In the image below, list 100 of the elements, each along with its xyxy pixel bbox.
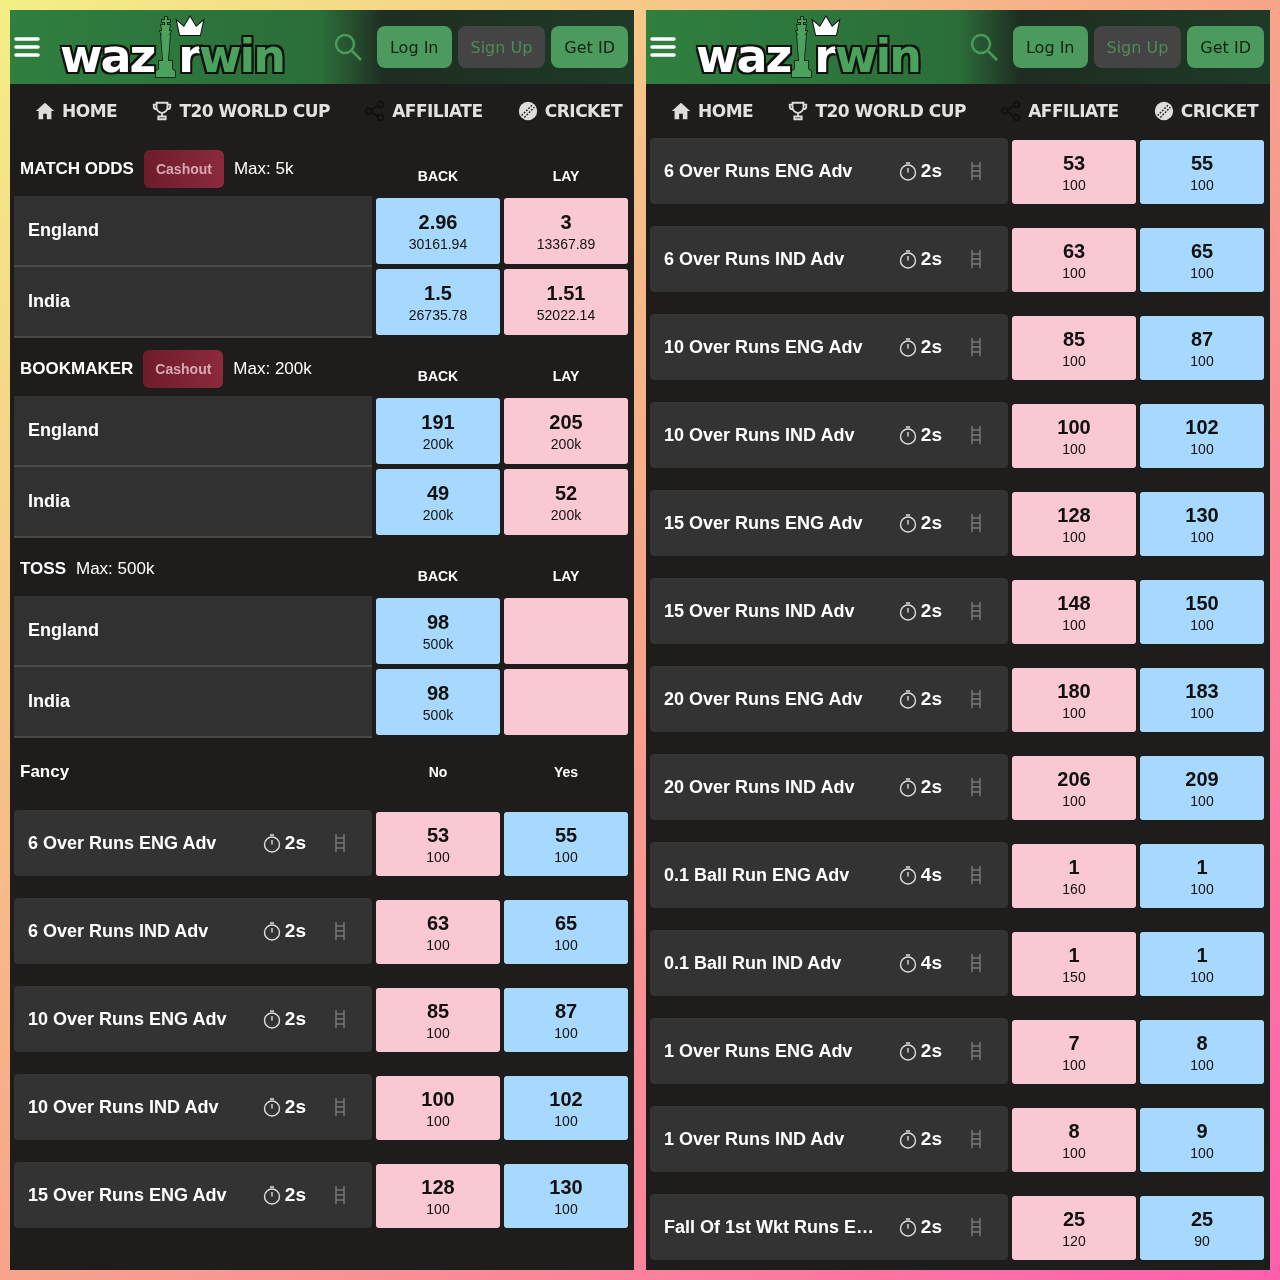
odds-cell[interactable]: 98 500k bbox=[376, 598, 500, 664]
odds-cell[interactable]: 100 100 bbox=[376, 1076, 500, 1140]
odds-price: 55 bbox=[554, 823, 578, 847]
odds-cell[interactable]: 55 100 bbox=[1140, 140, 1264, 204]
odds-cell[interactable]: 65 100 bbox=[1140, 228, 1264, 292]
menu-icon[interactable] bbox=[650, 36, 676, 58]
odds-cell[interactable]: 148 100 bbox=[1012, 580, 1136, 644]
odds-cell[interactable]: 180 100 bbox=[1012, 668, 1136, 732]
odds-size: 100 bbox=[1190, 440, 1214, 457]
odds-cell[interactable]: 2.96 30161.94 bbox=[376, 198, 500, 264]
cashout-button[interactable]: Cashout bbox=[143, 150, 224, 188]
header-button[interactable]: Get ID bbox=[1187, 26, 1264, 68]
odds-cell[interactable]: 63 100 bbox=[376, 900, 500, 964]
odds-cell[interactable]: 191 200k bbox=[376, 398, 500, 464]
ladder-icon[interactable] bbox=[970, 690, 982, 708]
ladder-icon[interactable] bbox=[970, 514, 982, 532]
odds-cell[interactable]: 53 100 bbox=[376, 812, 500, 876]
nav-link[interactable]: T20 WORLD CUP bbox=[787, 100, 966, 122]
odds-cell[interactable]: 8 100 bbox=[1140, 1020, 1264, 1084]
nav-link[interactable]: HOME bbox=[670, 100, 754, 122]
odds-cell[interactable]: 52 200k bbox=[504, 469, 628, 535]
odds-size: 100 bbox=[1062, 1056, 1086, 1073]
odds-cell[interactable]: 205 200k bbox=[504, 398, 628, 464]
nav-link[interactable]: CRICKET bbox=[516, 100, 622, 122]
odds-cell[interactable]: 1.51 52022.14 bbox=[504, 269, 628, 335]
ladder-icon[interactable] bbox=[970, 250, 982, 268]
odds-size: 100 bbox=[554, 848, 578, 865]
ladder-icon[interactable] bbox=[970, 338, 982, 356]
header-button[interactable]: Log In bbox=[376, 26, 452, 68]
odds-cell[interactable]: 7 100 bbox=[1012, 1020, 1136, 1084]
odds-cell[interactable]: 209 100 bbox=[1140, 756, 1264, 820]
nav-link[interactable]: T20 WORLD CUP bbox=[151, 100, 330, 122]
odds-cell[interactable]: 25 120 bbox=[1012, 1196, 1136, 1260]
ladder-icon[interactable] bbox=[970, 426, 982, 444]
odds-cell[interactable]: 87 100 bbox=[1140, 316, 1264, 380]
menu-icon[interactable] bbox=[14, 36, 40, 58]
odds-cell[interactable]: 1 150 bbox=[1012, 932, 1136, 996]
odds-size: 26735.78 bbox=[408, 306, 468, 323]
odds-cell[interactable]: 150 100 bbox=[1140, 580, 1264, 644]
header-button[interactable]: Log In bbox=[1012, 26, 1088, 68]
odds-cell[interactable]: 65 100 bbox=[504, 900, 628, 964]
odds-cell[interactable]: 130 100 bbox=[504, 1164, 628, 1228]
odds-cell[interactable]: 8 100 bbox=[1012, 1108, 1136, 1172]
odds-cell[interactable]: 1 100 bbox=[1140, 844, 1264, 908]
odds-cell[interactable]: 128 100 bbox=[376, 1164, 500, 1228]
nav-link[interactable]: AFFILIATE bbox=[364, 100, 483, 122]
ladder-icon[interactable] bbox=[334, 834, 346, 852]
odds-cell[interactable]: 100 100 bbox=[1012, 404, 1136, 468]
odds-cell[interactable]: 85 100 bbox=[1012, 316, 1136, 380]
odds-cell[interactable]: 9 100 bbox=[1140, 1108, 1264, 1172]
header-button[interactable]: Get ID bbox=[551, 26, 628, 68]
ladder-icon[interactable] bbox=[970, 602, 982, 620]
odds-cell[interactable]: 102 100 bbox=[1140, 404, 1264, 468]
odds-cell[interactable]: 49 200k bbox=[376, 469, 500, 535]
odds-cell[interactable]: 98 500k bbox=[376, 669, 500, 735]
ladder-icon[interactable] bbox=[970, 1042, 982, 1060]
odds-cell[interactable]: 53 100 bbox=[1012, 140, 1136, 204]
timer-value: 2s bbox=[920, 336, 942, 358]
odds-price: 1 bbox=[1068, 943, 1080, 967]
ladder-icon[interactable] bbox=[334, 1186, 346, 1204]
search-icon[interactable] bbox=[968, 32, 999, 62]
section-title: MATCH ODDS bbox=[20, 159, 134, 179]
odds-cell[interactable]: 102 100 bbox=[504, 1076, 628, 1140]
odds-cell[interactable]: 206 100 bbox=[1012, 756, 1136, 820]
odds-size: 100 bbox=[1062, 704, 1086, 721]
ladder-icon[interactable] bbox=[334, 1010, 346, 1028]
odds-cell[interactable]: 55 100 bbox=[504, 812, 628, 876]
odds-size: 100 bbox=[1062, 264, 1086, 281]
odds-cell[interactable]: 1 160 bbox=[1012, 844, 1136, 908]
odds-cell[interactable] bbox=[504, 669, 628, 735]
odds-cell[interactable]: 87 100 bbox=[504, 988, 628, 1052]
odds-price: 1 bbox=[1196, 943, 1208, 967]
timer-value: 2s bbox=[284, 1096, 306, 1118]
ladder-icon[interactable] bbox=[970, 162, 982, 180]
ladder-icon[interactable] bbox=[334, 922, 346, 940]
ladder-icon[interactable] bbox=[970, 954, 982, 972]
odds-cell[interactable]: 1 100 bbox=[1140, 932, 1264, 996]
odds-cell[interactable]: 25 90 bbox=[1140, 1196, 1264, 1260]
nav-link[interactable]: CRICKET bbox=[1152, 100, 1258, 122]
ladder-icon[interactable] bbox=[970, 1218, 982, 1236]
odds-cell[interactable]: 130 100 bbox=[1140, 492, 1264, 556]
odds-price: 8 bbox=[1196, 1031, 1208, 1055]
odds-cell[interactable]: 63 100 bbox=[1012, 228, 1136, 292]
ladder-icon[interactable] bbox=[334, 1098, 346, 1116]
odds-cell[interactable]: 183 100 bbox=[1140, 668, 1264, 732]
ladder-icon[interactable] bbox=[970, 778, 982, 796]
odds-cell[interactable]: 3 13367.89 bbox=[504, 198, 628, 264]
ladder-icon[interactable] bbox=[970, 866, 982, 884]
nav-link[interactable]: AFFILIATE bbox=[1000, 100, 1119, 122]
odds-cell[interactable]: 85 100 bbox=[376, 988, 500, 1052]
search-icon[interactable] bbox=[332, 32, 363, 62]
odds-cell[interactable]: 128 100 bbox=[1012, 492, 1136, 556]
nav-link[interactable]: HOME bbox=[34, 100, 118, 122]
team-name: England bbox=[28, 420, 99, 441]
ladder-icon[interactable] bbox=[970, 1130, 982, 1148]
odds-cell[interactable]: 1.5 26735.78 bbox=[376, 269, 500, 335]
odds-cell[interactable] bbox=[504, 598, 628, 664]
cashout-button[interactable]: Cashout bbox=[143, 350, 224, 388]
odds-price: 63 bbox=[426, 911, 450, 935]
odds-size: 200k bbox=[550, 506, 582, 523]
